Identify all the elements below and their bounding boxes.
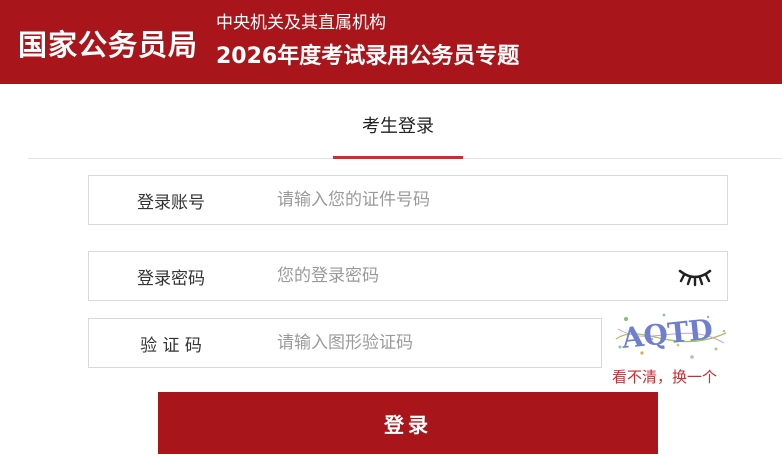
header-subtitle-line2: 2026年度考试录用公务员专题: [216, 44, 520, 69]
account-field: 登录账号: [88, 175, 728, 225]
login-button[interactable]: 登录: [158, 392, 658, 454]
captcha-image[interactable]: AQTD: [612, 309, 730, 363]
captcha-refresh-link[interactable]: 看不清，换一个: [612, 366, 717, 387]
password-input[interactable]: [277, 252, 657, 300]
header-subtitle-line1: 中央机关及其直属机构: [216, 13, 386, 33]
captcha-input[interactable]: [277, 319, 587, 367]
password-label: 登录密码: [137, 268, 205, 289]
active-tab-indicator: [333, 156, 463, 159]
captcha-label: 验 证 码: [140, 335, 202, 356]
eye-closed-icon[interactable]: [677, 267, 713, 287]
site-brand: 国家公务员局: [18, 28, 199, 62]
account-input[interactable]: [277, 176, 717, 224]
site-header: 国家公务员局 中央机关及其直属机构 2026年度考试录用公务员专题: [0, 0, 782, 84]
account-label: 登录账号: [137, 192, 205, 213]
password-field: 登录密码: [88, 251, 728, 301]
tab-candidate-login[interactable]: 考生登录: [333, 104, 463, 158]
captcha-field: 验 证 码: [88, 318, 602, 368]
